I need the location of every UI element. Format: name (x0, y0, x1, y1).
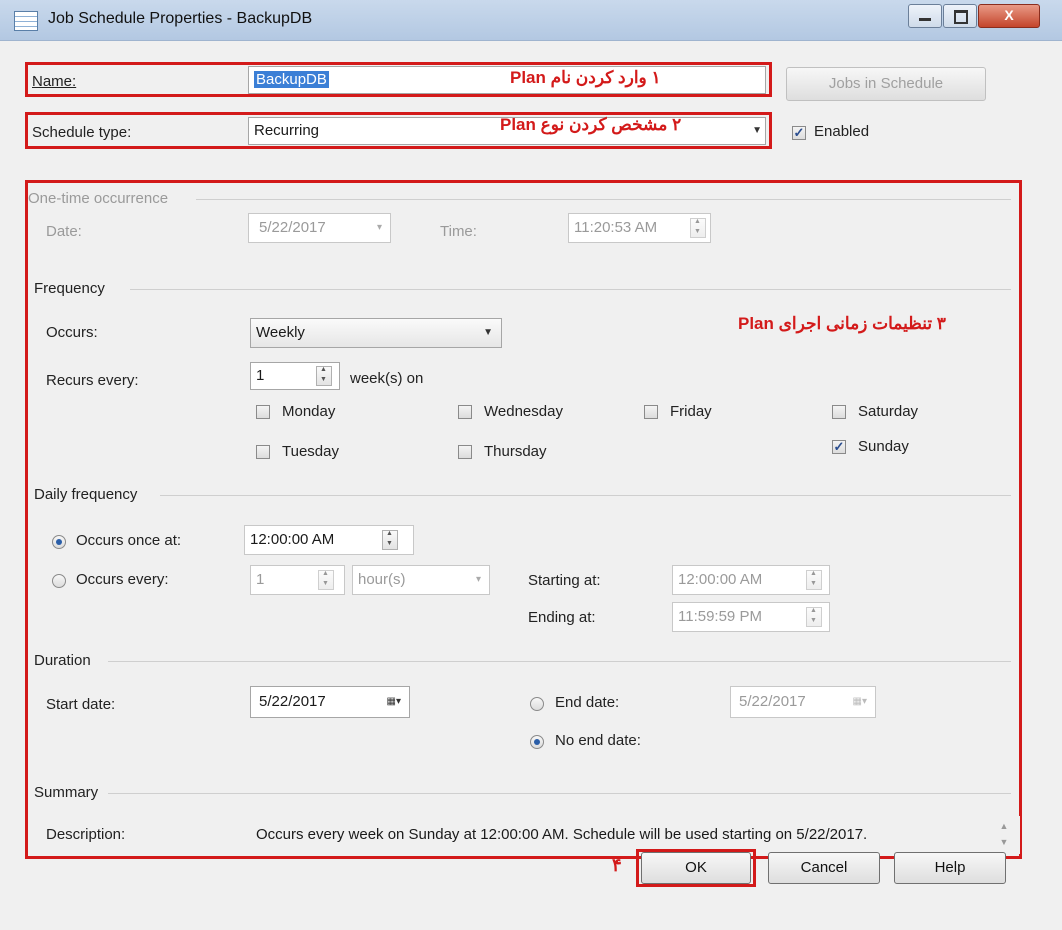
starting-at-label: Starting at: (528, 572, 601, 589)
highlight-schedule-settings (25, 180, 1022, 859)
enabled-checkbox[interactable]: ✓ (792, 126, 806, 140)
occurs-once-spinner[interactable] (382, 530, 398, 550)
saturday-label: Saturday (858, 403, 919, 420)
minimize-button[interactable] (908, 4, 942, 28)
maximize-button[interactable] (943, 4, 977, 28)
duration-header: Duration (34, 652, 91, 669)
wednesday-label: Wednesday (484, 403, 563, 420)
recurs-unit-label: week(s) on (350, 370, 424, 387)
description-scrollbar[interactable]: ▲ ▼ (997, 818, 1011, 852)
tuesday-label: Tuesday (282, 443, 339, 460)
one-time-header: One-time occurrence (28, 190, 169, 207)
saturday-checkbox[interactable] (832, 405, 846, 419)
separator (108, 661, 1011, 662)
window-title: Job Schedule Properties - BackupDB (48, 10, 313, 27)
summary-header: Summary (34, 784, 99, 801)
time-label: Time: (440, 223, 477, 240)
one-time-date-picker[interactable]: 5/22/2017 ▾ (248, 213, 391, 243)
wednesday-checkbox[interactable] (458, 405, 472, 419)
occurs-once-label: Occurs once at: (76, 532, 182, 549)
separator (108, 793, 1011, 794)
close-button[interactable]: X (978, 4, 1040, 28)
end-date-label: End date: (555, 694, 620, 711)
thursday-checkbox[interactable] (458, 445, 472, 459)
monday-checkbox[interactable] (256, 405, 270, 419)
daily-frequency-header: Daily frequency (34, 486, 138, 503)
sunday-label: Sunday (858, 438, 909, 455)
chevron-down-icon: ▾ (475, 574, 481, 585)
end-date-radio[interactable] (530, 697, 544, 711)
separator (160, 495, 1011, 496)
minimize-icon (919, 18, 931, 21)
start-date-picker[interactable]: 5/22/2017 ▦▾ (250, 686, 410, 718)
calendar-icon[interactable]: ▦▾ (853, 687, 867, 717)
date-label: Date: (46, 223, 82, 240)
description-text: Occurs every week on Sunday at 12:00:00 … (250, 816, 1020, 854)
separator (196, 199, 1011, 200)
starting-at-spinner[interactable] (806, 570, 822, 590)
sunday-checkbox[interactable]: ✓ (832, 440, 846, 454)
close-icon: X (1004, 7, 1014, 23)
cancel-button[interactable]: Cancel (768, 852, 880, 884)
occurs-label: Occurs: (46, 324, 98, 341)
chevron-down-icon: ▾ (376, 222, 382, 233)
tuesday-checkbox[interactable] (256, 445, 270, 459)
frequency-header: Frequency (34, 280, 105, 297)
ending-at-spinner[interactable] (806, 607, 822, 627)
occurs-select[interactable]: Weekly ▼ (250, 318, 502, 348)
occurs-every-spinner[interactable] (318, 570, 334, 590)
description-label: Description: (46, 826, 126, 843)
maximize-icon (954, 10, 968, 24)
window-icon (14, 11, 38, 31)
recurs-every-label: Recurs every: (46, 372, 139, 389)
highlight-name (25, 62, 772, 97)
separator (130, 289, 1011, 290)
jobs-in-schedule-button[interactable]: Jobs in Schedule (786, 67, 986, 101)
end-date-picker[interactable]: 5/22/2017 ▦▾ (730, 686, 876, 718)
recurs-spinner[interactable] (316, 366, 332, 386)
calendar-icon[interactable]: ▦▾ (387, 687, 401, 717)
help-button[interactable]: Help (894, 852, 1006, 884)
time-spinner[interactable] (690, 218, 706, 238)
occurs-every-unit-select[interactable]: hour(s) ▾ (352, 565, 490, 595)
annotation-step-3: ۳ تنظیمات زمانی اجرای Plan (738, 314, 946, 333)
occurs-every-radio[interactable] (52, 574, 66, 588)
occurs-every-label: Occurs every: (76, 571, 169, 588)
no-end-date-label: No end date: (555, 732, 641, 749)
annotation-step-4: ۴ (612, 855, 622, 875)
ending-at-label: Ending at: (528, 609, 596, 626)
start-date-label: Start date: (46, 696, 116, 713)
monday-label: Monday (282, 403, 336, 420)
no-end-date-radio[interactable] (530, 735, 544, 749)
friday-checkbox[interactable] (644, 405, 658, 419)
title-bar[interactable]: Job Schedule Properties - BackupDB X (0, 0, 1062, 41)
thursday-label: Thursday (484, 443, 547, 460)
highlight-schedule-type (25, 112, 772, 149)
highlight-ok (636, 849, 756, 887)
friday-label: Friday (670, 403, 712, 420)
occurs-once-radio[interactable] (52, 535, 66, 549)
chevron-down-icon: ▼ (483, 327, 493, 338)
enabled-label: Enabled (814, 123, 870, 140)
